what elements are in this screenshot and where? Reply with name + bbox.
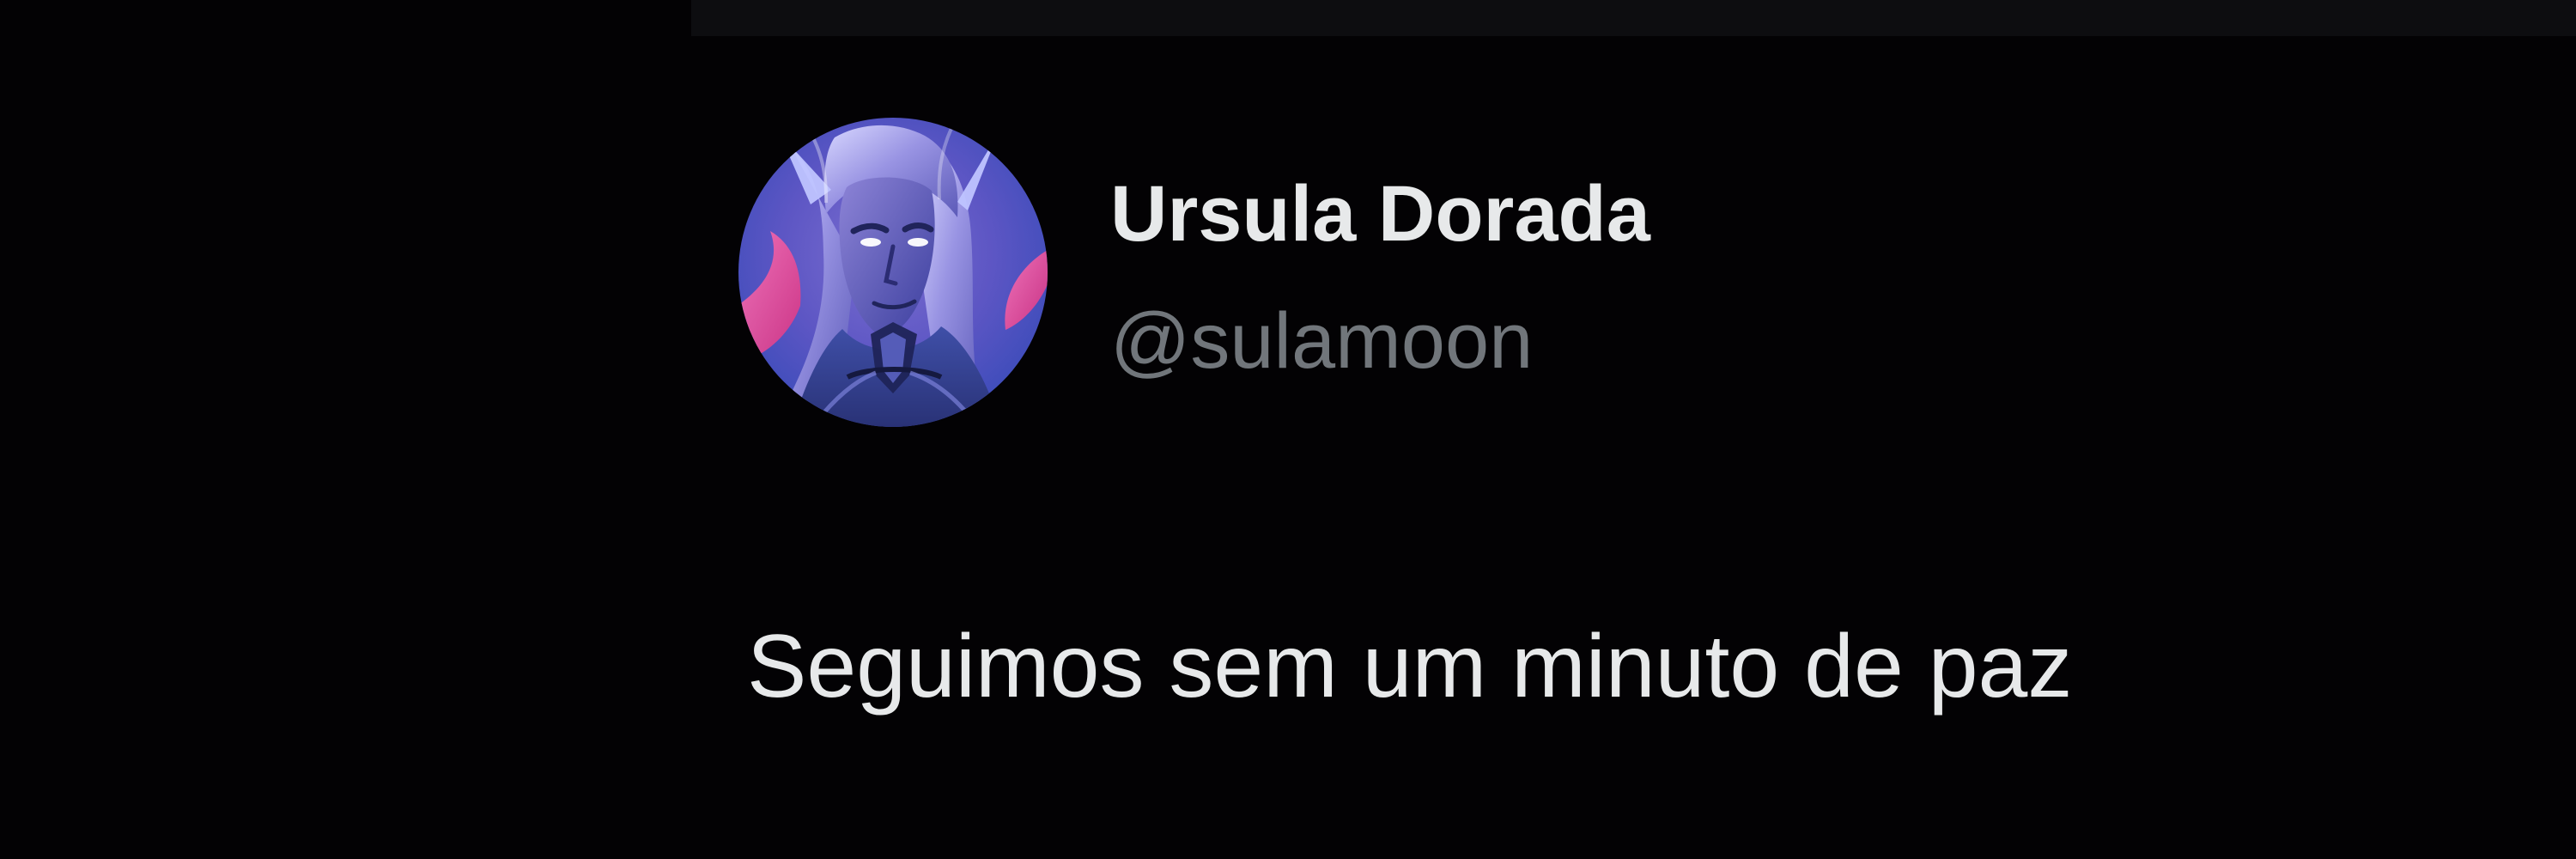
author-avatar[interactable] <box>738 118 1048 427</box>
top-strip <box>691 0 2576 36</box>
tweet-text: Seguimos sem um minuto de paz <box>747 617 2073 716</box>
author-display-name[interactable]: Ursula Dorada <box>1110 167 1650 261</box>
tweet-screenshot: Ursula Dorada @sulamoon Seguimos sem um … <box>0 0 2576 859</box>
tweet-card[interactable]: Ursula Dorada @sulamoon Seguimos sem um … <box>738 112 2456 765</box>
profile-portrait-icon <box>738 118 1048 427</box>
author-handle[interactable]: @sulamoon <box>1110 294 1533 388</box>
